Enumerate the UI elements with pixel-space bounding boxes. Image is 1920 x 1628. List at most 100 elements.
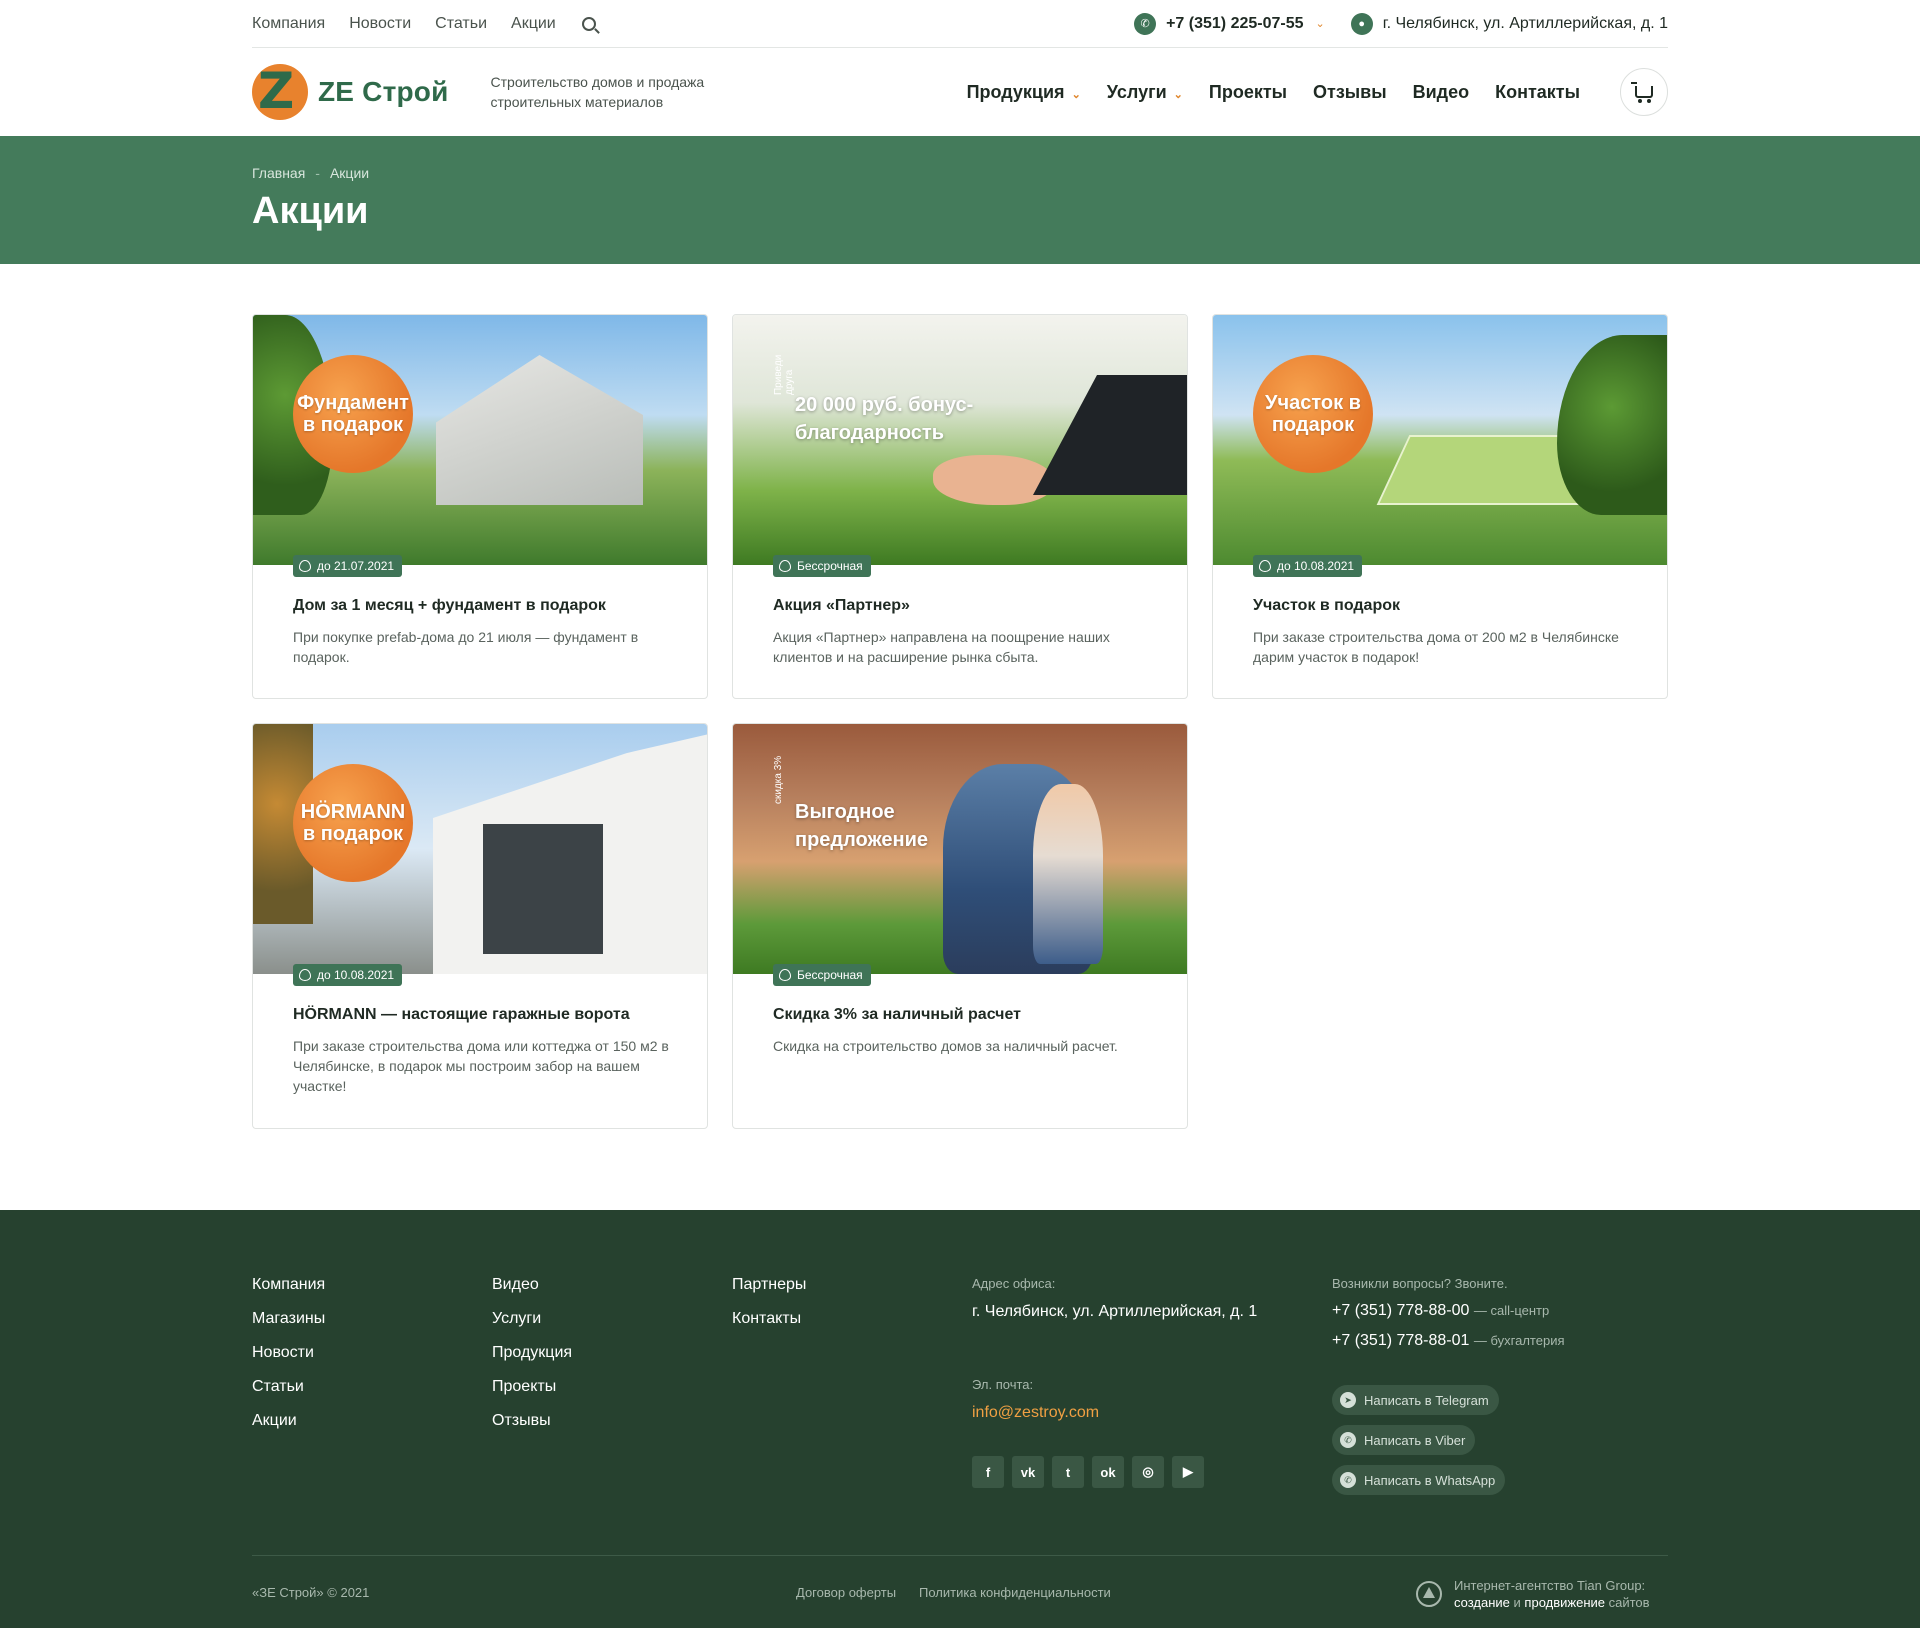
promo-title[interactable]: Акция «Партнер» (773, 597, 910, 615)
promo-image: Участок в подарок (1213, 315, 1667, 565)
promo-image: скидка 3% Выгодное предложение (733, 724, 1187, 974)
footer-link[interactable]: Акции (252, 1412, 325, 1431)
flame-icon (299, 969, 311, 981)
cart-icon (1631, 82, 1653, 103)
nav-services[interactable]: Услуги ⌄ (1107, 82, 1183, 103)
youtube-icon[interactable]: ▶ (1172, 1456, 1204, 1488)
phone-icon: ✆ (1134, 12, 1157, 35)
promo-title[interactable]: Участок в подарок (1253, 597, 1400, 615)
footer-link[interactable]: Магазины (252, 1310, 325, 1329)
flame-icon (1259, 560, 1271, 572)
phone-callcenter[interactable]: +7 (351) 778-88-00 — call-центр (1332, 1300, 1549, 1321)
logo-icon (252, 64, 308, 120)
viber-icon: ✆ (1340, 1432, 1356, 1448)
logo[interactable]: ZE Строй (252, 64, 449, 120)
odnoklassniki-icon[interactable]: ok (1092, 1456, 1124, 1488)
address-contact: ● г. Челябинск, ул. Артиллерийская, д. 1 (1350, 12, 1668, 35)
top-bar: Компания Новости Статьи Акции ✆ +7 (351)… (252, 0, 1668, 48)
top-link-promos[interactable]: Акции (511, 15, 556, 33)
promo-image: Фундамент в подарок (253, 315, 707, 565)
vk-icon[interactable]: vk (1012, 1456, 1044, 1488)
office-address: г. Челябинск, ул. Артиллерийская, д. 1 (972, 1303, 1258, 1320)
footer-col-3: Партнеры Контакты (732, 1276, 806, 1329)
twitter-icon[interactable]: t (1052, 1456, 1084, 1488)
privacy-link[interactable]: Политика конфиденциальности (919, 1585, 1111, 1600)
social-links: f vk t ok ◎ ▶ (972, 1456, 1204, 1488)
chevron-down-icon: ⌄ (1071, 88, 1081, 101)
top-link-company[interactable]: Компания (252, 15, 325, 33)
promo-card[interactable]: HÖRMANN в подарок до 10.08.2021 HÖRMANN … (252, 723, 708, 1129)
footer-divider (252, 1555, 1668, 1556)
top-link-articles[interactable]: Статьи (435, 15, 487, 33)
phone-contact[interactable]: ✆ +7 (351) 225-07-55 ⌄ (1134, 12, 1325, 35)
footer-link[interactable]: Услуги (492, 1310, 572, 1329)
nav-products[interactable]: Продукция ⌄ (967, 82, 1081, 103)
copyright: «ЗЕ Строй» © 2021 (252, 1585, 370, 1600)
promo-overlay-text: 20 000 руб. бонус-благодарность (795, 394, 974, 444)
agency-logo-icon (1416, 1581, 1442, 1607)
promo-image: HÖRMANN в подарок (253, 724, 707, 974)
promo-overlay-text: Фундамент в подарок (293, 355, 413, 473)
nav-reviews[interactable]: Отзывы (1313, 82, 1387, 103)
instagram-icon[interactable]: ◎ (1132, 1456, 1164, 1488)
viber-button[interactable]: ✆ Написать в Viber (1332, 1425, 1476, 1455)
agency-credit[interactable]: Интернет-агентство Tian Group: создание … (1416, 1577, 1650, 1611)
footer-link[interactable]: Новости (252, 1344, 325, 1363)
chevron-down-icon[interactable]: ⌄ (1316, 17, 1325, 30)
facebook-icon[interactable]: f (972, 1456, 1004, 1488)
cart-button[interactable] (1620, 68, 1668, 116)
offer-link[interactable]: Договор оферты (796, 1585, 896, 1600)
promo-title[interactable]: Скидка 3% за наличный расчет (773, 1006, 1021, 1024)
top-nav: Компания Новости Статьи Акции (252, 15, 596, 33)
date-badge: Бессрочная (773, 964, 871, 986)
whatsapp-button[interactable]: ✆ Написать в WhatsApp (1332, 1465, 1506, 1495)
location-pin-icon: ● (1350, 12, 1373, 35)
date-badge: до 10.08.2021 (1253, 555, 1363, 577)
promo-overlay-text: HÖRMANN в подарок (293, 764, 413, 882)
footer-link[interactable]: Компания (252, 1276, 325, 1295)
footer-col-2: Видео Услуги Продукция Проекты Отзывы (492, 1276, 572, 1431)
search-icon[interactable] (581, 16, 596, 31)
nav-video[interactable]: Видео (1413, 82, 1470, 103)
promo-title[interactable]: HÖRMANN — настоящие гаражные ворота (293, 1006, 630, 1024)
whatsapp-icon: ✆ (1340, 1472, 1356, 1488)
flame-icon (779, 969, 791, 981)
footer-link[interactable]: Продукция (492, 1344, 572, 1363)
promo-description: Акция «Партнер» направлена на поощрение … (773, 629, 1110, 665)
footer-link[interactable]: Контакты (732, 1310, 806, 1329)
phone-accounting[interactable]: +7 (351) 778-88-01 — бухгалтерия (1332, 1330, 1565, 1351)
promo-overlay-text: Выгодное предложение (795, 801, 929, 851)
promo-card[interactable]: Фундамент в подарок до 21.07.2021 Дом за… (252, 314, 708, 699)
main-nav: Продукция ⌄ Услуги ⌄ Проекты Отзывы Виде… (967, 82, 1580, 103)
promo-card[interactable]: Приведи друга 20 000 руб. бонус-благодар… (732, 314, 1188, 699)
nav-contacts[interactable]: Контакты (1495, 82, 1580, 103)
date-badge: до 10.08.2021 (293, 964, 403, 986)
side-label: Приведи друга (773, 354, 795, 395)
promo-description: Скидка на строительство домов за наличны… (773, 1038, 1118, 1054)
telegram-icon: ➤ (1340, 1392, 1356, 1408)
footer-link[interactable]: Партнеры (732, 1276, 806, 1295)
date-badge: до 21.07.2021 (293, 555, 403, 577)
promo-card[interactable]: скидка 3% Выгодное предложение Бессрочна… (732, 723, 1188, 1129)
logo-text: ZE Строй (318, 76, 449, 107)
top-phone[interactable]: +7 (351) 225-07-55 (1166, 15, 1303, 33)
promo-description: При заказе строительства дома от 200 м2 … (1253, 629, 1619, 665)
breadcrumb-home[interactable]: Главная (252, 165, 305, 181)
promo-title[interactable]: Дом за 1 месяц + фундамент в подарок (293, 597, 606, 615)
promo-card[interactable]: Участок в подарок до 10.08.2021 Участок … (1212, 314, 1668, 699)
telegram-button[interactable]: ➤ Написать в Telegram (1332, 1385, 1499, 1415)
footer-link[interactable]: Отзывы (492, 1412, 572, 1431)
flame-icon (299, 560, 311, 572)
side-label: скидка 3% (773, 755, 784, 804)
promo-overlay-text: Участок в подарок (1253, 355, 1373, 473)
tagline: Строительство домов и продажа строительн… (490, 74, 705, 110)
footer-link[interactable]: Статьи (252, 1378, 325, 1397)
footer-link[interactable]: Проекты (492, 1378, 572, 1397)
footer-col-1: Компания Магазины Новости Статьи Акции (252, 1276, 325, 1431)
nav-projects[interactable]: Проекты (1209, 82, 1287, 103)
promo-image: Приведи друга 20 000 руб. бонус-благодар… (733, 315, 1187, 565)
address-label: Адрес офиса: (972, 1276, 1056, 1291)
footer-link[interactable]: Видео (492, 1276, 572, 1295)
email-link[interactable]: info@zestroy.com (972, 1402, 1099, 1423)
top-link-news[interactable]: Новости (349, 15, 411, 33)
